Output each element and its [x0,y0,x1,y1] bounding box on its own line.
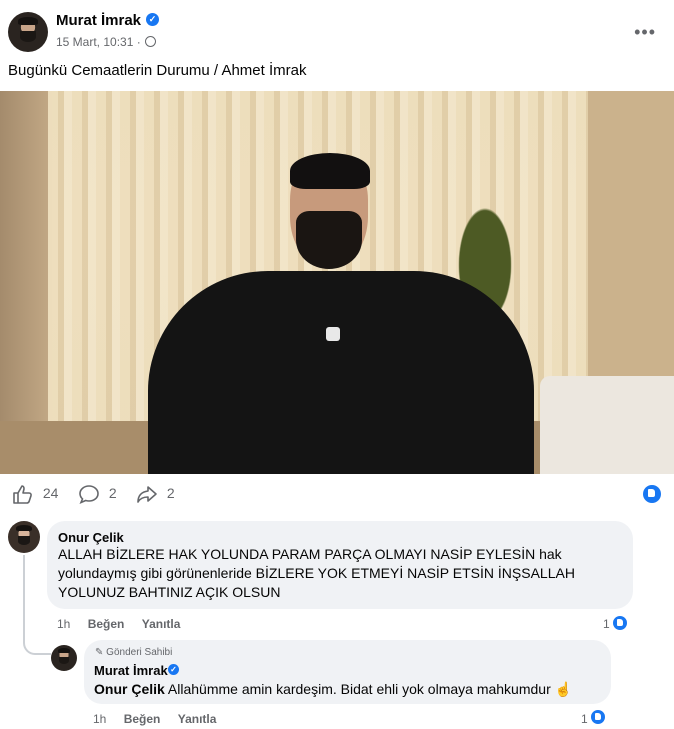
comment-like-count: 1 [603,617,610,631]
verified-badge-icon: ✓ [146,13,159,26]
commenter-avatar[interactable] [8,521,40,553]
reply-actions: 1h Beğen Yanıtla [93,712,230,726]
reply-body: Allahümme amin kardeşim. Bidat ehli yok … [164,681,573,697]
comment-count: 2 [108,484,117,501]
reply-mention[interactable]: Onur Çelik [94,681,165,697]
reply-like-reaction-icon[interactable] [589,708,607,726]
like-button[interactable]: 24 [12,484,58,504]
more-options-button[interactable]: ••• [634,22,656,43]
comment-reply-button[interactable]: Yanıtla [142,617,181,631]
share-icon [137,486,157,503]
like-count: 24 [42,484,59,501]
reply-author-avatar[interactable] [51,645,77,671]
comment-bubble: Onur Çelik ALLAH BİZLERE HAK YOLUNDA PAR… [47,521,633,609]
share-button[interactable]: 2 [136,484,175,504]
video-person-body [148,271,534,474]
globe-icon [145,36,156,47]
comment-like-reaction-icon[interactable] [611,614,629,632]
author-badge-text: Gönderi Sahibi [106,647,173,658]
video-microphone [326,327,340,341]
meta-dot: · [136,35,141,49]
comment-time[interactable]: 1h [57,617,70,631]
comment-icon [79,485,99,505]
post-text: Bugünkü Cemaatlerin Durumu / Ahmet İmrak [8,62,307,79]
pencil-icon: ✎ [95,647,104,658]
post-date-text[interactable]: 15 Mart, 10:31 [56,35,133,49]
comment-button[interactable]: 2 [78,484,117,505]
author-name[interactable]: Murat İmrak [56,12,141,29]
reply-thread-line [23,555,51,655]
like-icon [13,485,32,504]
share-count: 2 [166,484,175,501]
post-header: Murat İmrak ✓ 15 Mart, 10:31 · ••• [0,0,674,60]
commenter-name[interactable]: Onur Çelik [58,530,124,545]
reply-text: Onur Çelik Allahümme amin kardeşim. Bida… [94,680,604,699]
like-reaction-icon[interactable] [643,485,661,503]
author-badge: ✎ Gönderi Sahibi [95,647,172,658]
post-date[interactable]: 15 Mart, 10:31 · [56,35,141,49]
video-player[interactable] [0,91,674,474]
reply-like-button[interactable]: Beğen [124,712,161,726]
reply-author-name[interactable]: Murat İmrak [94,663,168,678]
reply-reply-button[interactable]: Yanıtla [178,712,217,726]
comment-actions: 1h Beğen Yanıtla [57,617,194,631]
video-wall-left [0,91,52,474]
video-person-beard [296,211,362,269]
author-avatar[interactable] [8,12,48,52]
reply-time[interactable]: 1h [93,712,106,726]
reaction-bar: 24 2 2 [0,474,674,514]
comment-like-button[interactable]: Beğen [88,617,125,631]
reply-like-count: 1 [581,712,588,726]
reply-bubble: ✎ Gönderi Sahibi Murat İmrak ✓ Onur Çeli… [84,640,611,704]
reply-verified-badge-icon: ✓ [168,664,179,675]
comment-text: ALLAH BİZLERE HAK YOLUNDA PARAM PARÇA OL… [58,546,575,600]
video-person-hair [290,153,370,189]
video-sofa [540,376,674,474]
